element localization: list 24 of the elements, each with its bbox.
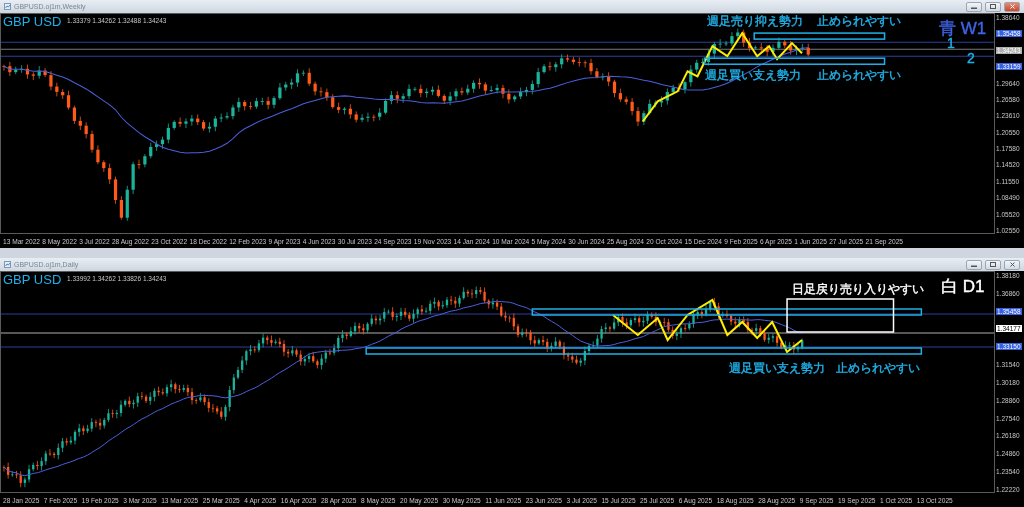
close-icon <box>1009 262 1015 267</box>
chart-annotation: 日足戻り売り入りやすい <box>792 283 924 295</box>
chart-annotation: 週足売り抑え勢力 <box>707 15 803 27</box>
restore-button[interactable] <box>985 259 1001 270</box>
close-button[interactable] <box>1004 1 1020 12</box>
chart-window-icon <box>4 3 11 10</box>
restore-icon <box>990 262 996 267</box>
close-icon <box>1009 4 1015 9</box>
chart-annotation: 週足買い支え勢力 <box>729 362 825 374</box>
chart-window-icon <box>4 261 11 268</box>
timeframe-label: 白 D1 <box>941 278 985 295</box>
timeframe-label: 青 W1 <box>939 20 987 37</box>
close-button[interactable] <box>1004 259 1020 270</box>
chart-annotation: 止められやすい <box>817 15 901 27</box>
line-label: 2 <box>967 51 975 65</box>
chart-annotation: 止められやすい <box>817 69 901 81</box>
chart-annotation: 止められやすい <box>836 362 920 374</box>
line-label: 1 <box>947 36 955 50</box>
minimize-button[interactable] <box>966 259 982 270</box>
restore-icon <box>990 4 996 9</box>
symbol-label: GBP USD <box>3 14 62 29</box>
minimize-button[interactable] <box>966 1 982 12</box>
symbol-label: GBP USD <box>3 272 62 287</box>
restore-button[interactable] <box>985 1 1001 12</box>
